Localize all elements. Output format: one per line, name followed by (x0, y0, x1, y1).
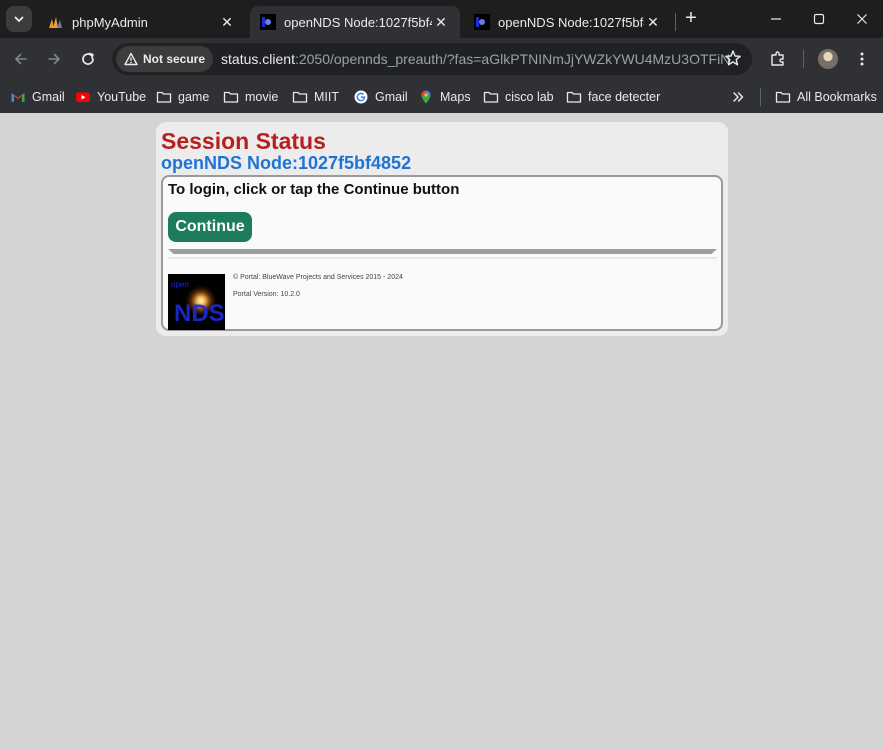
phpmyadmin-icon (49, 17, 62, 28)
bookmark-label: movie (245, 90, 279, 104)
opennds-icon (260, 14, 276, 30)
continue-button[interactable]: Continue (168, 212, 252, 242)
bookmark-folder-miit[interactable]: MIIT (292, 86, 339, 108)
arrow-right-icon (48, 53, 60, 65)
security-label: Not secure (143, 52, 206, 66)
bookmark-gmail[interactable]: Gmail (10, 86, 65, 108)
browser-chrome: phpMyAdmin ✕ openNDS Node:1027f5bf4852 ✕… (0, 0, 883, 113)
tab-opennds-active[interactable]: openNDS Node:1027f5bf4852 ✕ (250, 6, 460, 38)
node-name: openNDS Node:1027f5bf4852 (161, 153, 412, 173)
tab-strip: phpMyAdmin ✕ openNDS Node:1027f5bf4852 ✕… (0, 0, 883, 38)
close-icon[interactable]: ✕ (644, 13, 662, 31)
toolbar-divider (803, 50, 804, 68)
toolbar: Not secure status.client:2050/opennds_pr… (0, 38, 883, 80)
login-panel: To login, click or tap the Continue butt… (161, 175, 723, 331)
tab-phpmyadmin[interactable]: phpMyAdmin ✕ (38, 6, 246, 38)
bookmark-youtube[interactable]: YouTube (75, 86, 146, 108)
extensions-button[interactable] (765, 46, 791, 72)
menu-button[interactable] (849, 46, 875, 72)
google-icon (354, 90, 368, 104)
login-prompt: To login, click or tap the Continue butt… (168, 181, 460, 198)
minimize-icon (771, 18, 781, 20)
bookmark-folder-face-detecter[interactable]: face detecter (566, 86, 660, 108)
maximize-icon (813, 13, 825, 25)
folder-icon (223, 91, 239, 103)
bookmark-maps[interactable]: Maps (418, 86, 471, 108)
folder-icon (566, 91, 582, 103)
star-icon (725, 50, 741, 66)
maximize-button[interactable] (805, 6, 833, 32)
forward-button[interactable] (41, 46, 67, 72)
bookmark-label: Gmail (375, 90, 408, 104)
portal-version: Portal Version: 10.2.0 (233, 291, 300, 298)
tab-search-button[interactable] (6, 6, 32, 32)
copyright-text: © Portal: BlueWave Projects and Services… (233, 274, 403, 281)
tab-separator (675, 13, 676, 31)
warning-icon (124, 52, 138, 66)
youtube-icon (76, 92, 90, 102)
avatar (818, 49, 838, 69)
tab-title: phpMyAdmin (72, 14, 148, 30)
close-icon[interactable]: ✕ (218, 13, 236, 31)
folder-icon (775, 91, 791, 103)
svg-text:open: open (171, 280, 189, 289)
chevron-down-icon (14, 16, 24, 23)
bookmark-label: Maps (440, 90, 471, 104)
maps-icon (421, 90, 431, 104)
arrow-left-icon (15, 53, 27, 65)
bookmark-google-gmail[interactable]: Gmail (353, 86, 408, 108)
url-host: status.client (221, 51, 295, 67)
bookmarks-bar: Gmail YouTube game movie MIIT Gmail Maps (0, 80, 883, 113)
folder-icon (156, 91, 172, 103)
bookmarks-divider (760, 88, 761, 106)
session-card: Session Status openNDS Node:1027f5bf4852… (156, 122, 728, 336)
folder-icon (292, 91, 308, 103)
page-title: Session Status (161, 128, 326, 154)
bookmark-star-button[interactable] (724, 49, 742, 72)
opennds-logo: open NDS (168, 274, 225, 330)
bookmarks-overflow-button[interactable] (731, 86, 751, 108)
profile-button[interactable] (815, 46, 841, 72)
url-text: status.client:2050/opennds_preauth/?fas=… (221, 51, 731, 67)
bookmark-label: MIIT (314, 90, 339, 104)
folder-icon (483, 91, 499, 103)
opennds-icon (474, 14, 490, 30)
bookmark-label: cisco lab (505, 90, 554, 104)
divider (168, 257, 717, 259)
gmail-icon (11, 93, 25, 102)
all-bookmarks-button[interactable]: All Bookmarks (775, 86, 877, 108)
address-bar[interactable]: Not secure status.client:2050/opennds_pr… (112, 43, 752, 75)
tab-title: openNDS Node:1027f5bf4852 (498, 14, 644, 30)
bookmark-label: Gmail (32, 90, 65, 104)
more-vertical-icon (860, 52, 864, 66)
opennds-logo-icon: open NDS (168, 274, 225, 330)
chevron-double-right-icon (733, 92, 744, 102)
window-close-button[interactable] (848, 6, 876, 32)
bookmark-label: YouTube (97, 90, 147, 104)
bookmark-label: face detecter (588, 90, 661, 104)
puzzle-icon (771, 51, 784, 66)
all-bookmarks-label: All Bookmarks (797, 90, 877, 104)
bookmark-folder-cisco-lab[interactable]: cisco lab (483, 86, 554, 108)
tab-title: openNDS Node:1027f5bf4852 (284, 14, 432, 30)
minimize-button[interactable] (762, 6, 790, 32)
back-button[interactable] (8, 46, 34, 72)
bookmark-label: game (178, 90, 210, 104)
reload-icon (82, 52, 94, 65)
bookmark-folder-movie[interactable]: movie (223, 86, 278, 108)
url-path: :2050/opennds_preauth/?fas=aGlkPTNINmJjY… (294, 51, 731, 67)
bookmark-folder-game[interactable]: game (156, 86, 209, 108)
new-tab-button[interactable]: + (680, 8, 702, 30)
reload-button[interactable] (75, 46, 101, 72)
close-icon (857, 14, 867, 24)
logo-text: NDS (174, 300, 225, 327)
tab-opennds[interactable]: openNDS Node:1027f5bf4852 ✕ (464, 6, 672, 38)
divider (168, 249, 717, 254)
security-chip[interactable]: Not secure (116, 46, 214, 72)
close-icon[interactable]: ✕ (432, 13, 450, 31)
